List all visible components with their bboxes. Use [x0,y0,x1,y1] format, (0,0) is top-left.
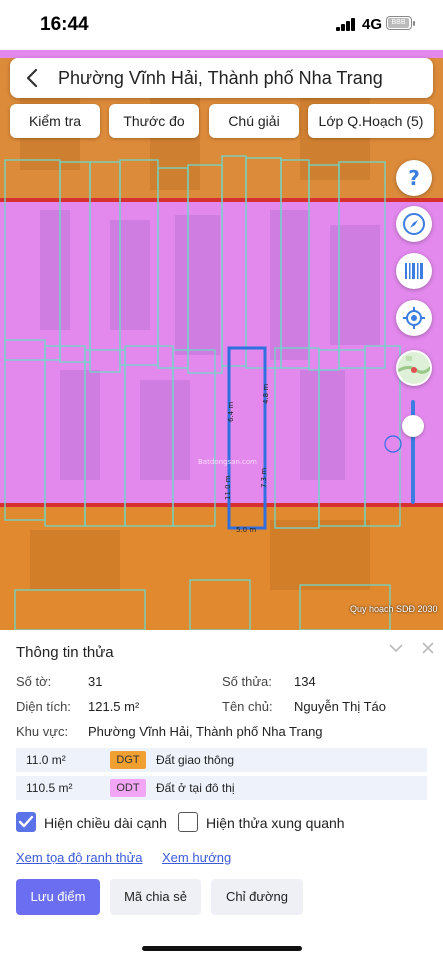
barcode-icon [405,263,423,279]
share-code-button[interactable]: Mã chia sẻ [110,879,201,915]
view-direction-link[interactable]: Xem hướng [162,850,231,865]
land-use-name: Đất ở tại đô thị [156,781,235,795]
network-label: 4G [362,16,383,33]
map-caption: Quy hoạch SDĐ 2030 [350,604,438,614]
land-use-code: DGT [110,751,146,769]
chevron-down-icon[interactable] [388,640,404,656]
show-neighbors-checkbox[interactable] [178,812,198,832]
locate-icon [403,307,425,329]
dimension-label-4: 11.0 m [224,475,232,500]
panel-title: Thông tin thửa [16,644,114,661]
barcode-button[interactable] [396,253,432,289]
land-use-name: Đất giao thông [156,753,235,767]
parcel-number-label: Số thửa: [222,674,272,689]
compass-icon [403,213,425,235]
watermark: Batdongsan.com [198,458,257,466]
status-time: 16:44 [40,14,89,35]
sheet-number-value: 31 [88,674,103,689]
battery-icon: BBB [386,16,415,30]
checkmark-icon [18,815,34,828]
owner-value: Nguyễn Thị Táo [294,699,387,714]
svg-text:?: ? [408,166,420,190]
measure-button[interactable]: Thước đo [109,104,199,138]
show-neighbors-label[interactable]: Hiện thửa xung quanh [206,815,345,831]
basemap-button[interactable] [396,350,432,386]
planning-layer-button[interactable]: Lớp Q.Hoạch (5) [308,104,434,138]
land-use-area: 11.0 m² [26,753,66,767]
help-icon: ? [408,166,420,190]
parcel-number-value: 134 [294,674,316,689]
land-use-code: ODT [110,779,146,797]
land-use-row: 11.0 m² DGT Đất giao thông [16,748,427,772]
location-bar[interactable]: Phường Vĩnh Hải, Thành phố Nha Trang [10,58,433,98]
back-arrow-icon[interactable] [22,67,44,89]
home-indicator[interactable] [142,946,302,951]
dimension-label-2: 4.8 m [262,384,270,404]
dimension-label-5: 5.0 m [236,526,256,534]
signal-icon [336,18,356,31]
dimension-label-3: 7.3 m [260,468,268,488]
map-thumbnail-icon [398,352,430,384]
status-bar: 16:44 4G BBB [0,0,443,50]
region-label: Khu vực: [16,724,69,739]
owner-label: Tên chủ: [222,699,273,714]
land-use-area: 110.5 m² [26,781,73,795]
save-point-button[interactable]: Lưu điểm [16,879,100,915]
locate-button[interactable] [396,300,432,336]
show-edge-length-label[interactable]: Hiện chiều dài cạnh [44,815,167,831]
opacity-slider-handle[interactable] [402,415,424,437]
legend-button[interactable]: Chú giải [209,104,299,138]
region-value: Phường Vĩnh Hải, Thành phố Nha Trang [88,724,323,739]
sheet-number-label: Số tờ: [16,674,52,689]
area-label: Diện tích: [16,699,71,714]
land-use-row: 110.5 m² ODT Đất ở tại đô thị [16,776,427,800]
close-icon[interactable] [420,640,436,656]
help-button[interactable]: ? [396,160,432,196]
directions-button[interactable]: Chỉ đường [211,879,303,915]
location-title: Phường Vĩnh Hải, Thành phố Nha Trang [58,68,383,88]
show-edge-length-checkbox[interactable] [16,812,36,832]
view-coordinates-link[interactable]: Xem tọa độ ranh thửa [16,850,143,865]
dimension-label-1: 6.4 m [227,402,235,422]
area-value: 121.5 m² [88,699,140,714]
battery-label: BBB [388,18,409,28]
parcel-info-panel: Thông tin thửa Số tờ: 31 Số thửa: 134 Di… [0,630,443,960]
check-button[interactable]: Kiểm tra [10,104,100,138]
compass-button[interactable] [396,206,432,242]
